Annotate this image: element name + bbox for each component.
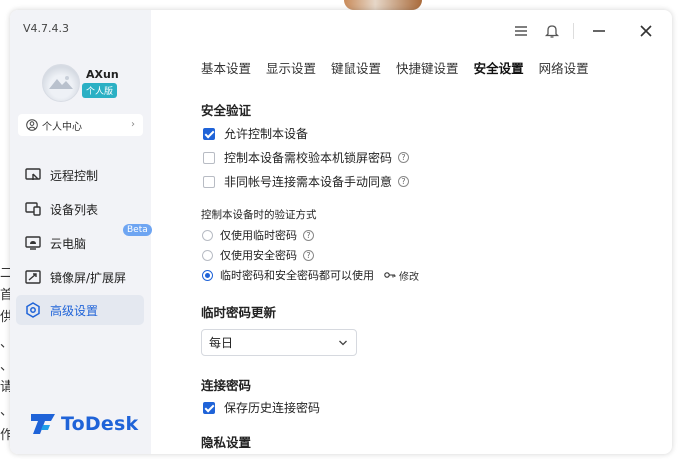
- todesk-logo: ToDesk: [30, 412, 138, 436]
- allow-control-option[interactable]: 允许控制本设备: [203, 125, 308, 142]
- background-text: 供: [0, 310, 10, 325]
- sidebar-item-advanced-settings[interactable]: 高级设置: [16, 295, 144, 325]
- sidebar: V4.7.4.3 AXun 个人版 个人中心 › 远程控制 设备列表 云电脑 B…: [10, 10, 152, 454]
- key-icon: [384, 272, 396, 278]
- sidebar-item-label: 云电脑: [50, 236, 87, 251]
- auth-method-title: 控制本设备时的验证方式: [201, 209, 317, 221]
- manual-approval-option[interactable]: 非同帐号连接需本设备手动同意 ?: [203, 173, 410, 190]
- temp-password-update-select[interactable]: 每日: [201, 329, 357, 356]
- tab-keyboard-mouse[interactable]: 键鼠设置: [331, 58, 381, 77]
- sidebar-item-label: 设备列表: [50, 202, 99, 217]
- mirror-screen-icon: [24, 268, 42, 286]
- beta-badge: Beta: [123, 224, 152, 236]
- security-section-title: 安全验证: [201, 103, 252, 118]
- sidebar-item-label: 高级设置: [50, 303, 99, 318]
- chevron-right-icon: ›: [131, 119, 135, 130]
- settings-tabs: 基本设置 显示设置 键鼠设置 快捷键设置 安全设置 网络设置: [201, 58, 604, 77]
- allow-control-checkbox[interactable]: [203, 127, 215, 140]
- device-list-icon: [24, 200, 42, 218]
- avatar[interactable]: [42, 64, 80, 102]
- personal-center-label: 个人中心: [42, 121, 82, 133]
- help-icon[interactable]: ?: [303, 249, 314, 261]
- background-text: 、: [0, 400, 10, 419]
- auth-temp-only-radio[interactable]: [202, 229, 213, 241]
- todesk-logo-icon: [31, 414, 55, 434]
- option-label: 控制本设备需校验本机锁屏密码: [224, 151, 393, 165]
- save-history-password-option[interactable]: 保存历史连接密码: [203, 399, 320, 416]
- background-photo: [344, 0, 422, 10]
- select-value: 每日: [209, 336, 234, 350]
- tab-security[interactable]: 安全设置: [474, 58, 524, 77]
- help-icon[interactable]: ?: [398, 176, 410, 187]
- option-label: 允许控制本设备: [224, 127, 309, 141]
- version-label: V4.7.4.3: [23, 22, 70, 35]
- auth-secure-only-radio[interactable]: [202, 249, 213, 261]
- sidebar-item-device-list[interactable]: 设备列表: [16, 194, 144, 224]
- help-icon[interactable]: ?: [398, 152, 410, 163]
- advanced-settings-icon: [24, 301, 42, 319]
- minimize-icon[interactable]: [590, 22, 608, 40]
- plan-badge: 个人版: [82, 83, 118, 98]
- background-text: 作: [0, 428, 10, 443]
- tab-basic[interactable]: 基本设置: [201, 58, 251, 77]
- username: AXun: [86, 68, 119, 81]
- auth-both-radio[interactable]: [202, 269, 213, 281]
- help-icon[interactable]: ?: [303, 229, 314, 241]
- temp-password-title: 临时密码更新: [201, 305, 277, 320]
- auth-both-option[interactable]: 临时密码和安全密码都可以使用 修改: [202, 267, 419, 283]
- option-label: 非同帐号连接需本设备手动同意: [224, 175, 393, 189]
- background-text: 二: [0, 266, 10, 281]
- auth-secure-only-option[interactable]: 仅使用安全密码 ?: [202, 247, 314, 263]
- cloud-pc-icon: [24, 234, 42, 252]
- user-icon: [26, 119, 38, 131]
- verify-lock-password-checkbox[interactable]: [203, 151, 215, 164]
- tab-display[interactable]: 显示设置: [266, 58, 316, 77]
- verify-lock-password-option[interactable]: 控制本设备需校验本机锁屏密码 ?: [203, 149, 410, 166]
- background-text: 、: [0, 355, 10, 374]
- sidebar-item-mirror-screen[interactable]: 镜像屏/扩展屏: [16, 262, 144, 292]
- bell-icon[interactable]: [543, 22, 561, 40]
- remote-control-icon: [24, 166, 42, 184]
- app-window: V4.7.4.3 AXun 个人版 个人中心 › 远程控制 设备列表 云电脑 B…: [10, 10, 672, 454]
- save-history-password-checkbox[interactable]: [203, 401, 215, 414]
- background-text: 首: [0, 288, 10, 303]
- menu-icon[interactable]: [512, 22, 530, 40]
- tab-shortcuts[interactable]: 快捷键设置: [396, 58, 459, 77]
- logo-text: ToDesk: [61, 413, 139, 435]
- option-label: 仅使用临时密码: [220, 229, 297, 242]
- sidebar-item-label: 远程控制: [50, 168, 99, 183]
- manual-approval-checkbox[interactable]: [203, 175, 215, 188]
- option-label: 仅使用安全密码: [220, 249, 297, 262]
- modify-password-link[interactable]: 修改: [384, 268, 419, 283]
- auth-temp-only-option[interactable]: 仅使用临时密码 ?: [202, 227, 314, 243]
- tab-network[interactable]: 网络设置: [539, 58, 589, 77]
- close-icon[interactable]: [637, 22, 655, 40]
- sidebar-item-remote-control[interactable]: 远程控制: [16, 160, 144, 190]
- titlebar-divider: [573, 23, 574, 39]
- background-text: 、: [0, 332, 10, 351]
- privacy-section-title: 隐私设置: [201, 435, 252, 450]
- option-label: 临时密码和安全密码都可以使用: [220, 269, 374, 282]
- option-label: 保存历史连接密码: [224, 401, 321, 415]
- modify-label: 修改: [399, 271, 419, 283]
- connection-password-title: 连接密码: [201, 378, 252, 393]
- background-text: 请: [0, 380, 10, 395]
- personal-center-button[interactable]: 个人中心 ›: [18, 114, 143, 136]
- sidebar-item-label: 镜像屏/扩展屏: [50, 270, 127, 285]
- chevron-down-icon: [339, 340, 347, 346]
- mountain-icon: [49, 76, 73, 89]
